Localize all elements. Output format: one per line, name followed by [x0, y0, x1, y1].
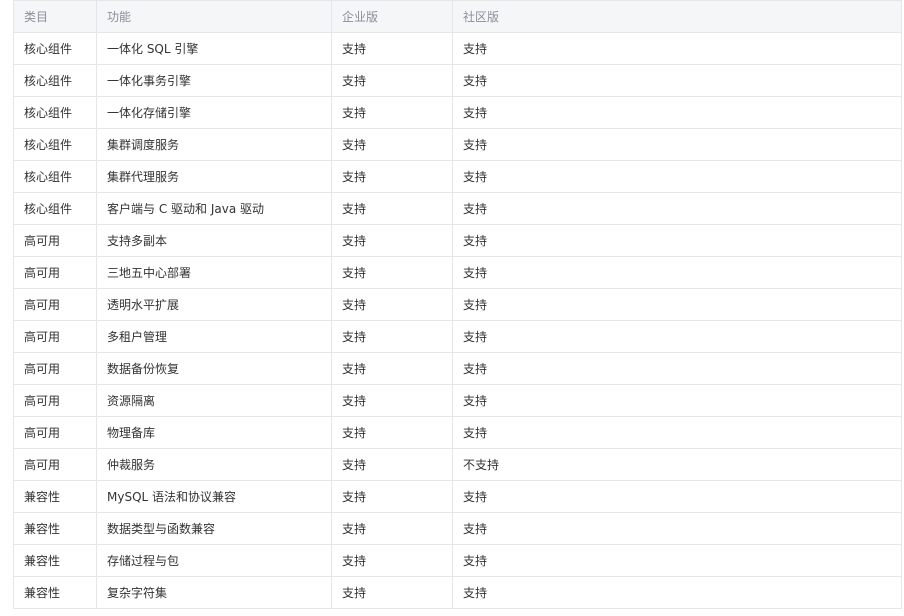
- cell-community: 支持: [452, 416, 902, 449]
- table-row: 高可用 多租户管理 支持 支持: [13, 320, 902, 353]
- cell-feature: 一体化事务引擎: [96, 64, 332, 97]
- cell-enterprise: 支持: [331, 64, 453, 97]
- table-row: 兼容性 存储过程与包 支持 支持: [13, 544, 902, 577]
- cell-category: 兼容性: [13, 544, 97, 577]
- table-row: 高可用 支持多副本 支持 支持: [13, 224, 902, 257]
- cell-feature: 存储过程与包: [96, 544, 332, 577]
- cell-enterprise: 支持: [331, 512, 453, 545]
- cell-feature: 集群调度服务: [96, 128, 332, 161]
- table-row: 核心组件 一体化事务引擎 支持 支持: [13, 64, 902, 97]
- cell-enterprise: 支持: [331, 480, 453, 513]
- cell-category: 兼容性: [13, 512, 97, 545]
- header-community: 社区版: [452, 0, 902, 33]
- cell-feature: 物理备库: [96, 416, 332, 449]
- cell-enterprise: 支持: [331, 32, 453, 65]
- table-row: 高可用 三地五中心部署 支持 支持: [13, 256, 902, 289]
- cell-enterprise: 支持: [331, 160, 453, 193]
- cell-category: 高可用: [13, 416, 97, 449]
- cell-enterprise: 支持: [331, 544, 453, 577]
- cell-community: 支持: [452, 352, 902, 385]
- header-feature: 功能: [96, 0, 332, 33]
- left-edge: [0, 0, 3, 616]
- cell-feature: 多租户管理: [96, 320, 332, 353]
- cell-category: 高可用: [13, 320, 97, 353]
- cell-enterprise: 支持: [331, 352, 453, 385]
- cell-enterprise: 支持: [331, 256, 453, 289]
- cell-community: 支持: [452, 32, 902, 65]
- cell-category: 兼容性: [13, 480, 97, 513]
- cell-category: 高可用: [13, 352, 97, 385]
- feature-comparison-table: 类目 功能 企业版 社区版 核心组件 一体化 SQL 引擎 支持 支持 核心组件…: [13, 0, 902, 609]
- cell-category: 核心组件: [13, 64, 97, 97]
- cell-category: 高可用: [13, 256, 97, 289]
- table-row: 高可用 透明水平扩展 支持 支持: [13, 288, 902, 321]
- cell-feature: 支持多副本: [96, 224, 332, 257]
- cell-community: 支持: [452, 224, 902, 257]
- cell-community: 支持: [452, 512, 902, 545]
- table-row: 高可用 数据备份恢复 支持 支持: [13, 352, 902, 385]
- cell-feature: 一体化存储引擎: [96, 96, 332, 129]
- cell-community: 支持: [452, 544, 902, 577]
- cell-category: 核心组件: [13, 192, 97, 225]
- cell-community: 支持: [452, 256, 902, 289]
- cell-feature: 透明水平扩展: [96, 288, 332, 321]
- cell-community: 支持: [452, 288, 902, 321]
- header-enterprise: 企业版: [331, 0, 453, 33]
- cell-enterprise: 支持: [331, 576, 453, 609]
- cell-feature: 一体化 SQL 引擎: [96, 32, 332, 65]
- cell-category: 高可用: [13, 224, 97, 257]
- header-category: 类目: [13, 0, 97, 33]
- table-header-row: 类目 功能 企业版 社区版: [13, 0, 902, 33]
- table-row: 兼容性 复杂字符集 支持 支持: [13, 576, 902, 609]
- cell-community: 支持: [452, 320, 902, 353]
- cell-enterprise: 支持: [331, 192, 453, 225]
- cell-enterprise: 支持: [331, 224, 453, 257]
- cell-feature: 三地五中心部署: [96, 256, 332, 289]
- cell-community: 支持: [452, 160, 902, 193]
- table-row: 兼容性 数据类型与函数兼容 支持 支持: [13, 512, 902, 545]
- cell-category: 高可用: [13, 448, 97, 481]
- cell-category: 高可用: [13, 288, 97, 321]
- cell-feature: 数据备份恢复: [96, 352, 332, 385]
- cell-enterprise: 支持: [331, 416, 453, 449]
- cell-feature: 数据类型与函数兼容: [96, 512, 332, 545]
- cell-feature: 客户端与 C 驱动和 Java 驱动: [96, 192, 332, 225]
- cell-community: 支持: [452, 192, 902, 225]
- cell-feature: 仲裁服务: [96, 448, 332, 481]
- table-row: 高可用 物理备库 支持 支持: [13, 416, 902, 449]
- cell-enterprise: 支持: [331, 320, 453, 353]
- cell-community: 支持: [452, 128, 902, 161]
- cell-feature: 复杂字符集: [96, 576, 332, 609]
- cell-enterprise: 支持: [331, 288, 453, 321]
- cell-community: 不支持: [452, 448, 902, 481]
- table-row: 兼容性 MySQL 语法和协议兼容 支持 支持: [13, 480, 902, 513]
- table-row: 核心组件 集群代理服务 支持 支持: [13, 160, 902, 193]
- table-row: 高可用 仲裁服务 支持 不支持: [13, 448, 902, 481]
- feature-table-container: 类目 功能 企业版 社区版 核心组件 一体化 SQL 引擎 支持 支持 核心组件…: [13, 0, 902, 609]
- cell-community: 支持: [452, 64, 902, 97]
- cell-category: 核心组件: [13, 160, 97, 193]
- cell-enterprise: 支持: [331, 448, 453, 481]
- table-row: 高可用 资源隔离 支持 支持: [13, 384, 902, 417]
- cell-community: 支持: [452, 576, 902, 609]
- cell-feature: 集群代理服务: [96, 160, 332, 193]
- cell-category: 核心组件: [13, 128, 97, 161]
- cell-category: 核心组件: [13, 96, 97, 129]
- cell-feature: MySQL 语法和协议兼容: [96, 480, 332, 513]
- cell-category: 高可用: [13, 384, 97, 417]
- cell-feature: 资源隔离: [96, 384, 332, 417]
- cell-enterprise: 支持: [331, 384, 453, 417]
- table-body: 核心组件 一体化 SQL 引擎 支持 支持 核心组件 一体化事务引擎 支持 支持…: [13, 32, 902, 609]
- table-row: 核心组件 集群调度服务 支持 支持: [13, 128, 902, 161]
- cell-community: 支持: [452, 96, 902, 129]
- cell-community: 支持: [452, 480, 902, 513]
- cell-category: 核心组件: [13, 32, 97, 65]
- cell-enterprise: 支持: [331, 128, 453, 161]
- table-row: 核心组件 客户端与 C 驱动和 Java 驱动 支持 支持: [13, 192, 902, 225]
- cell-community: 支持: [452, 384, 902, 417]
- table-row: 核心组件 一体化 SQL 引擎 支持 支持: [13, 32, 902, 65]
- cell-enterprise: 支持: [331, 96, 453, 129]
- table-row: 核心组件 一体化存储引擎 支持 支持: [13, 96, 902, 129]
- cell-category: 兼容性: [13, 576, 97, 609]
